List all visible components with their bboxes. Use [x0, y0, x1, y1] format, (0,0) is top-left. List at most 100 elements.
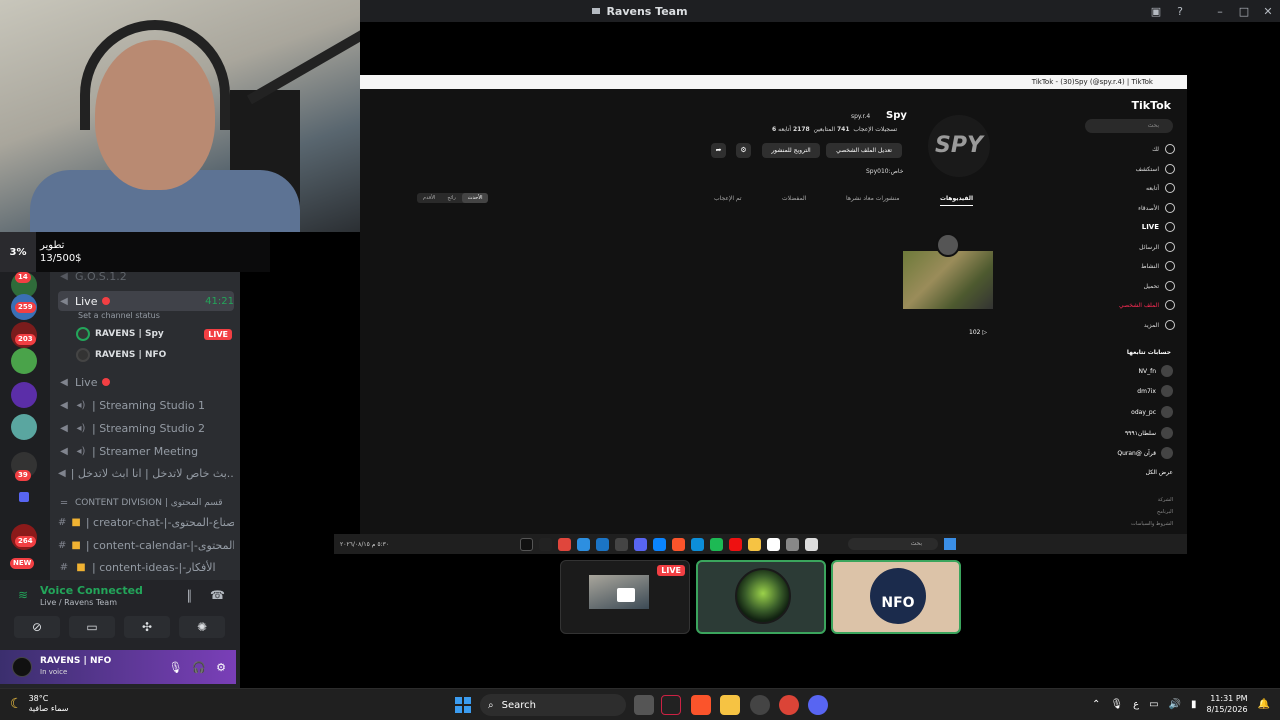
footer-link[interactable]: الشروط والسياسات — [1131, 521, 1173, 527]
participant-tile-nfo[interactable]: NFO — [831, 560, 961, 634]
nav-activity[interactable]: النشاط — [1141, 261, 1175, 271]
file-explorer-icon[interactable] — [720, 695, 740, 715]
profile-avatar[interactable]: SPY — [928, 115, 990, 177]
app-icon[interactable] — [661, 695, 681, 715]
following-account[interactable]: oday_pc — [1131, 406, 1173, 418]
voice-location[interactable]: Live / Ravens Team — [40, 598, 117, 607]
notification-icon[interactable]: 🔔 — [1258, 699, 1270, 710]
nav-for-you[interactable]: لك — [1152, 144, 1175, 154]
sort-oldest[interactable]: الأقدم — [417, 193, 441, 203]
folder-icon[interactable] — [19, 492, 29, 502]
channel-live-active[interactable]: ◀ Live 41:21 — [58, 291, 234, 311]
app-icon[interactable] — [750, 695, 770, 715]
sort-latest[interactable]: الأحدث — [461, 193, 489, 203]
nav-friends[interactable]: الأصدقاء — [1138, 203, 1175, 213]
nav-more[interactable]: المزيد — [1144, 320, 1175, 330]
sort-popular[interactable]: رائج — [441, 193, 461, 203]
start-button[interactable] — [455, 697, 471, 713]
soundboard-icon[interactable]: ✺ — [179, 616, 225, 638]
channel-label: | Streaming Studio 1 — [92, 398, 206, 412]
footer-link[interactable]: الشركة — [1158, 497, 1173, 503]
nav-upload[interactable]: تحميل — [1144, 281, 1175, 291]
participant-tile-spy[interactable]: LIVE — [560, 560, 690, 634]
disconnect-icon[interactable]: ☎ — [210, 588, 225, 602]
share-icon[interactable]: ➦ — [711, 143, 726, 158]
volume-icon[interactable]: 🔊 — [1169, 699, 1181, 710]
text-channel[interactable]: # ■ | content-ideas-|-الأفكار — [58, 557, 234, 577]
brave-icon[interactable] — [691, 695, 711, 715]
screen-share-view[interactable]: TikTok - (30)Spy (@spy.r.4) | TikTok Tik… — [360, 75, 1187, 553]
discord-icon[interactable] — [808, 695, 828, 715]
task-view-icon[interactable] — [634, 695, 654, 715]
close-button[interactable]: ✕ — [1256, 5, 1280, 18]
voice-channel[interactable]: ◀ | بث خاص لاتدخل | انا ابث لاتدخل... — [58, 463, 234, 483]
server-icon[interactable] — [11, 414, 37, 440]
microphone-icon[interactable]: 🎙 — [1110, 699, 1123, 710]
nav-profile[interactable]: الملف الشخصي — [1119, 300, 1175, 310]
nav-messages[interactable]: الرسائل — [1139, 242, 1175, 252]
chevron-up-icon[interactable]: ⌃ — [1092, 699, 1100, 710]
weather-widget[interactable]: ☾ 38°C سماء صافية — [10, 694, 68, 714]
signal-icon[interactable]: ≋ — [18, 588, 28, 602]
donation-goal: 3% تطوير 13/500$ — [0, 232, 270, 272]
voice-member[interactable]: RAVENS | Spy LIVE — [76, 325, 232, 343]
edit-profile-button[interactable]: تعديل الملف الشخصي — [826, 143, 902, 158]
activity-icon — [1165, 261, 1175, 271]
footer-link[interactable]: البرنامج — [1157, 509, 1173, 515]
tiktok-logo[interactable]: TikTok — [1131, 99, 1171, 112]
nav-label: الأصدقاء — [1138, 204, 1159, 212]
channel-category[interactable]: ═ CONTENT DIVISION | قسم المحتوى — [58, 493, 234, 513]
following-account[interactable]: سلطان٩٩٩١ — [1125, 427, 1173, 439]
microphone-icon[interactable]: 🎙 — [168, 661, 182, 674]
voice-channel[interactable]: ◀ ◂) | Streaming Studio 1 — [58, 395, 234, 415]
voice-channel[interactable]: ◀ ◂) | Streaming Studio 2 — [58, 418, 234, 438]
language-indicator[interactable]: ع — [1133, 699, 1139, 710]
tab-reposts[interactable]: منشورات معاد نشرها — [846, 195, 899, 202]
server-icon[interactable] — [11, 348, 37, 374]
participant-tile-avatar[interactable] — [696, 560, 826, 634]
nav-following[interactable]: أتابعه — [1146, 183, 1175, 193]
tiktok-search[interactable]: بحث — [1085, 119, 1173, 133]
tab-videos[interactable]: الفيديوهات — [940, 195, 973, 206]
text-channel[interactable]: # ■ | creator-chat-|-صناع-المحتوى — [58, 512, 234, 532]
show-all-link[interactable]: عرض الكل — [1146, 469, 1173, 476]
following-account[interactable]: Quran@ قرآن — [1117, 447, 1173, 459]
network-icon[interactable]: ▭ — [1149, 699, 1158, 710]
stream-search: بحث — [848, 538, 938, 550]
channel-status[interactable]: Set a channel status — [78, 311, 160, 320]
activities-icon[interactable]: ✣ — [124, 616, 170, 638]
noise-suppression-icon[interactable]: ║ — [186, 590, 193, 603]
video-thumbnail[interactable] — [903, 251, 993, 309]
nav-live[interactable]: LIVE — [1142, 222, 1175, 232]
nav-explore[interactable]: استكشف — [1136, 164, 1175, 174]
battery-icon[interactable]: ▮ — [1191, 699, 1197, 710]
channel-item[interactable]: ◀ G.O.S.1.2 — [58, 272, 234, 286]
screen-share-icon[interactable]: ▭ — [69, 616, 115, 638]
voice-member[interactable]: RAVENS | NFO — [76, 346, 232, 364]
voice-channel[interactable]: ◀ Live — [58, 372, 234, 392]
promote-post-button[interactable]: الترويج للمنشور — [762, 143, 820, 158]
maximize-button[interactable]: □ — [1232, 5, 1256, 18]
server-icon[interactable] — [11, 382, 37, 408]
tab-favorites[interactable]: المفضلات — [782, 195, 806, 202]
settings-icon[interactable]: ⚙ — [736, 143, 751, 158]
gear-icon[interactable]: ⚙ — [216, 661, 226, 674]
camera-off-icon[interactable]: ⊘ — [14, 616, 60, 638]
inbox-icon[interactable]: ▣ — [1144, 5, 1168, 18]
user-info[interactable]: RAVENS | NFO In voice — [40, 656, 111, 678]
following-account[interactable]: NV_fn — [1138, 365, 1173, 377]
minimize-button[interactable]: – — [1208, 5, 1232, 18]
text-channel[interactable]: # ■ | content-calendar-|-جدول-المحتوى — [58, 535, 234, 555]
clock[interactable]: 11:31 PM 8/15/2026 — [1207, 693, 1248, 715]
likes-label: تسجيلات الإعجاب — [853, 126, 898, 133]
webcam-headset — [80, 20, 230, 130]
tab-liked[interactable]: تم الإعجاب — [714, 195, 742, 202]
avatar[interactable] — [12, 657, 32, 677]
following-account[interactable]: dm7ix — [1137, 385, 1173, 397]
windows-taskbar: ☾ 38°C سماء صافية ⌕ Search ⌃ 🎙 ع ▭ 🔊 ▮ 1… — [0, 688, 1280, 720]
taskbar-search[interactable]: ⌕ Search — [480, 694, 626, 716]
help-icon[interactable]: ? — [1168, 5, 1192, 18]
chrome-icon[interactable] — [779, 695, 799, 715]
voice-channel[interactable]: ◀ ◂) | Streamer Meeting — [58, 441, 234, 461]
headphones-icon[interactable]: 🎧 — [192, 661, 206, 674]
